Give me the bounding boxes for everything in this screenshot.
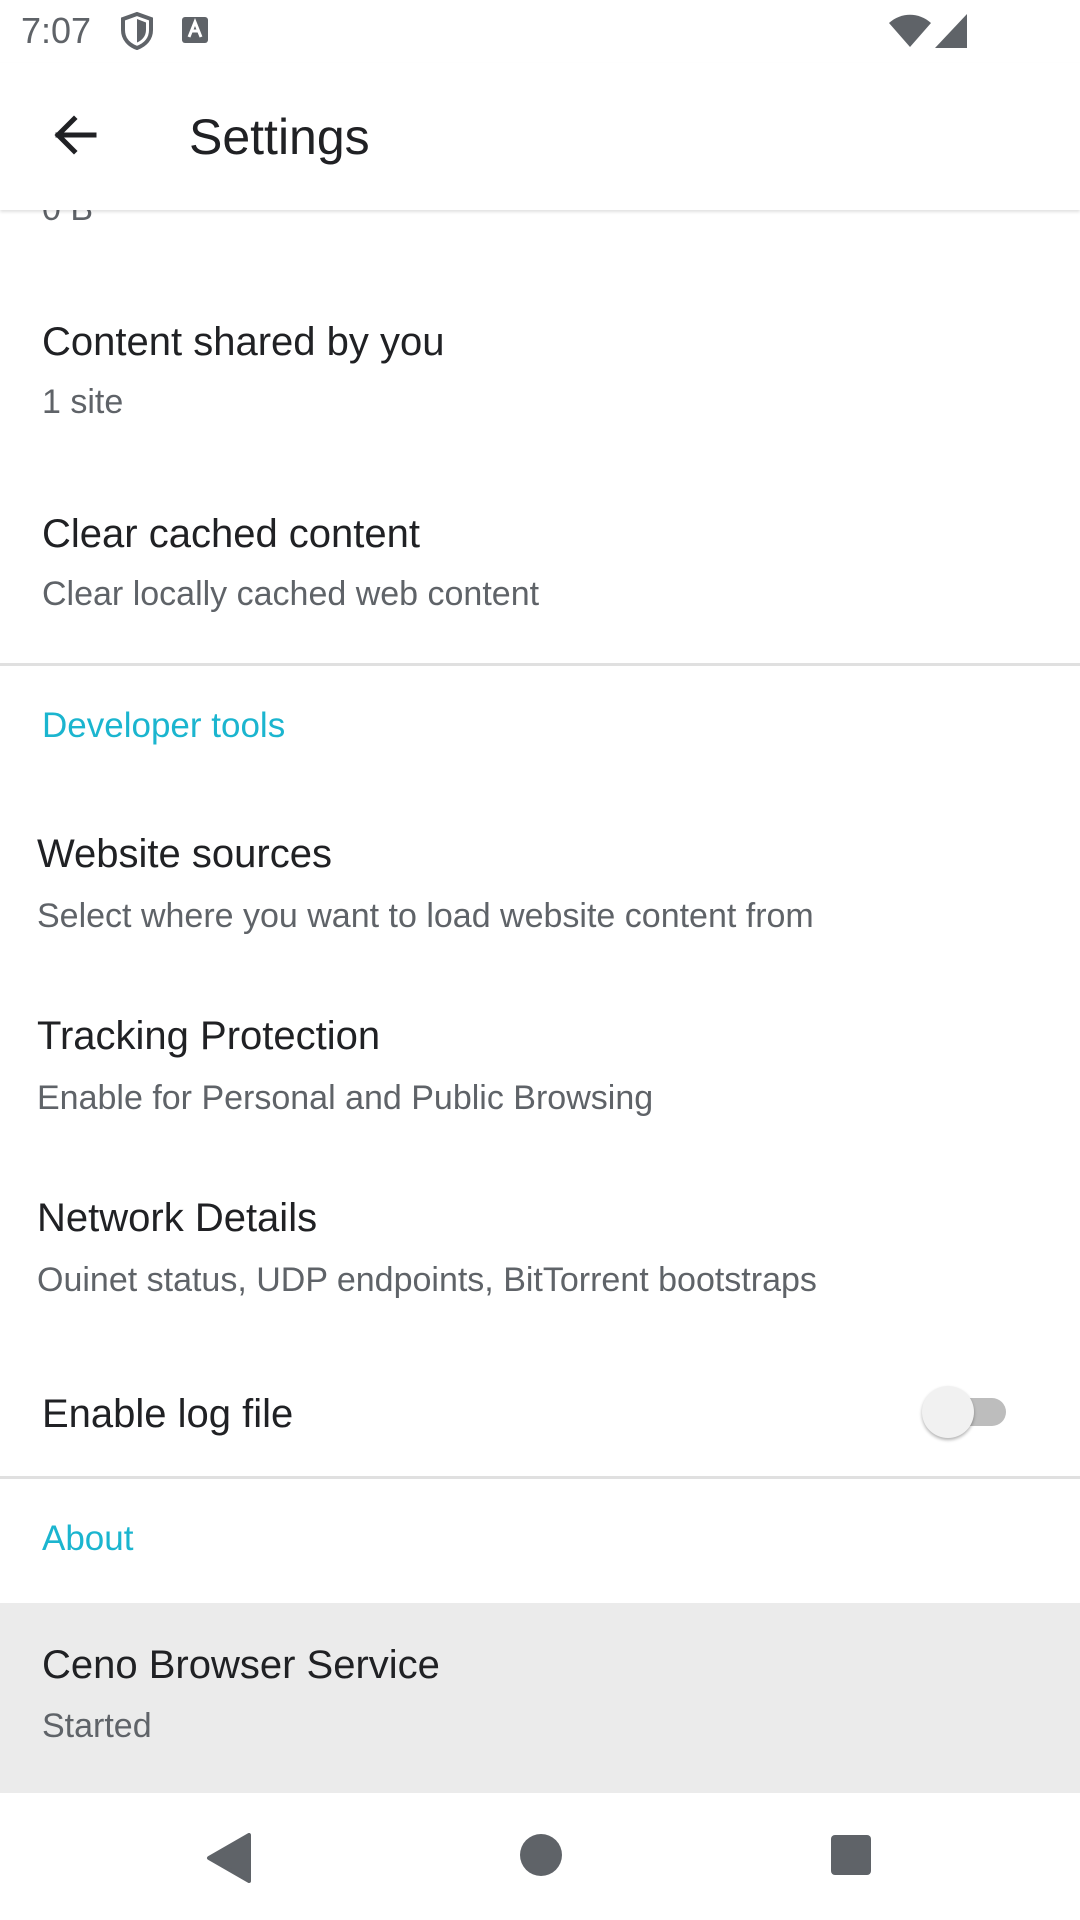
signal-icon	[935, 14, 967, 53]
pref-summary: Enable for Personal and Public Browsing	[37, 1079, 654, 1117]
toggle-thumb	[922, 1386, 974, 1438]
settings-list[interactable]: 0 B Content shared by you 1 site Clear c…	[0, 210, 1080, 1793]
nav-back-icon[interactable]	[205, 1833, 251, 1888]
pref-enable-log-file[interactable]: Enable log file	[0, 1356, 1080, 1486]
status-bar: 7:07	[0, 0, 1080, 63]
pref-title: Website sources	[37, 832, 332, 876]
shield-icon	[120, 11, 154, 55]
clipped-pref-value: 0 B	[42, 210, 93, 229]
pref-title: Clear cached content	[42, 512, 421, 556]
pref-title: Ceno Browser Service	[42, 1643, 440, 1687]
log-file-toggle[interactable]	[922, 1384, 1012, 1440]
a-notification-icon	[182, 17, 208, 48]
pref-content-shared[interactable]: Content shared by you 1 site	[0, 320, 1080, 490]
pref-clear-cache[interactable]: Clear cached content Clear locally cache…	[0, 500, 1080, 660]
divider	[0, 1476, 1080, 1479]
pref-title: Tracking Protection	[37, 1014, 381, 1058]
page-title: Settings	[189, 109, 370, 165]
pref-summary: Select where you want to load website co…	[37, 897, 814, 935]
pref-summary: 1 site	[42, 383, 124, 421]
pref-title: Network Details	[37, 1196, 318, 1240]
section-header-developer-tools: Developer tools	[42, 706, 286, 745]
pref-title: Content shared by you	[42, 320, 445, 364]
wifi-icon	[889, 14, 931, 53]
arrow-back-icon	[50, 111, 98, 164]
pref-title: Enable log file	[42, 1392, 294, 1436]
pref-summary: Started	[42, 1707, 152, 1745]
section-header-about: About	[42, 1519, 134, 1558]
app-bar: Settings	[0, 63, 1080, 210]
status-time: 7:07	[21, 10, 92, 51]
nav-recents-icon[interactable]	[831, 1835, 871, 1880]
pref-ceno-browser-service[interactable]: Ceno Browser Service Started	[0, 1603, 1080, 1793]
navigation-bar	[0, 1793, 1080, 1920]
pref-network-details[interactable]: Network Details Ouinet status, UDP endpo…	[0, 1174, 1080, 1354]
pref-summary: Clear locally cached web content	[42, 575, 540, 613]
pref-summary: Ouinet status, UDP endpoints, BitTorrent…	[37, 1261, 817, 1299]
screen: 7:07 Settings Content shared by you 1 si…	[0, 0, 1080, 1920]
pref-website-sources[interactable]: Website sources Select where you want to…	[0, 810, 1080, 990]
nav-home-icon[interactable]	[519, 1833, 563, 1882]
back-button[interactable]	[44, 107, 104, 167]
pref-tracking-protection[interactable]: Tracking Protection Enable for Personal …	[0, 992, 1080, 1172]
divider	[0, 663, 1080, 666]
